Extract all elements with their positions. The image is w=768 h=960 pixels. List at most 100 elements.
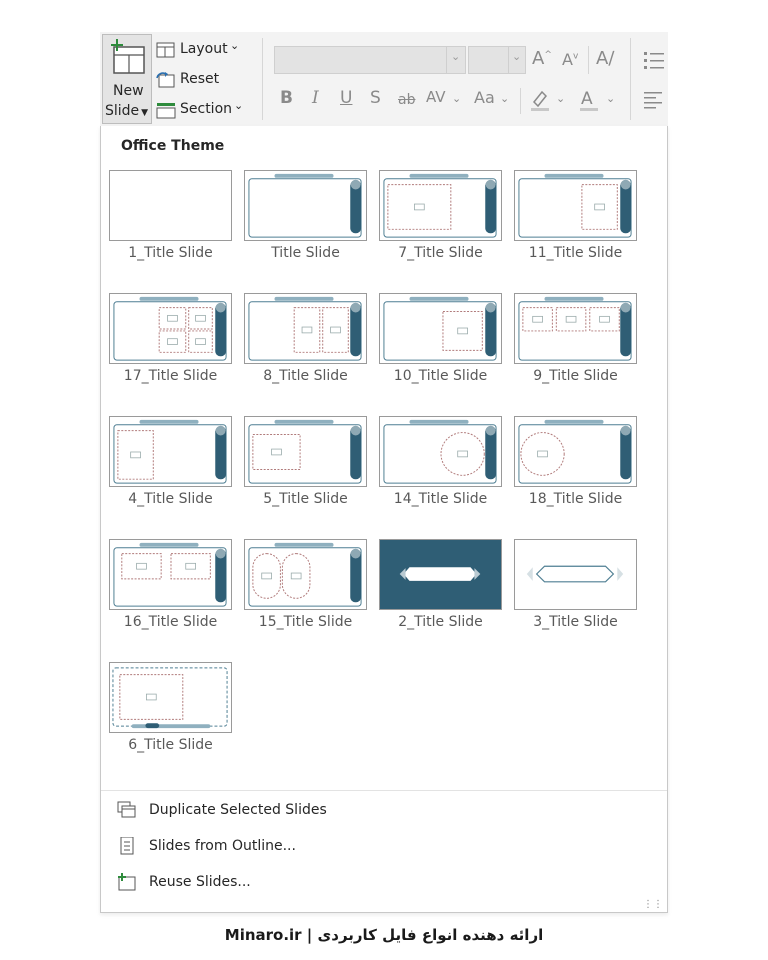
chevron-down-icon: ⌄ [512,50,522,63]
duplicate-icon [117,801,136,818]
align-left-icon[interactable] [644,90,666,110]
outline-label: Slides from Outline... [149,838,296,854]
layout-preview [383,419,497,484]
layout-thumbnail[interactable] [109,170,232,241]
layout-thumbnail[interactable] [514,539,637,610]
layout-thumbnail[interactable] [244,293,367,364]
bold-button[interactable]: B [280,88,293,108]
shadow-button[interactable]: S [370,88,381,108]
font-color-icon[interactable]: A [578,88,600,112]
italic-button[interactable]: I [312,88,319,108]
layout-label: 7_Title Slide [398,245,483,261]
menu-divider [101,790,667,791]
chevron-down-icon: ⌄ [451,50,461,63]
duplicate-slides-item[interactable]: Duplicate Selected Slides [117,796,637,824]
layout-label: 9_Title Slide [533,368,618,384]
layout-thumbnail[interactable] [379,170,502,241]
layout-thumbnail[interactable] [109,539,232,610]
layout-label: 11_Title Slide [528,245,623,261]
chevron-down-icon[interactable]: ⌄ [556,92,565,105]
layout-label: 14_Title Slide [393,491,488,507]
layout-label: 5_Title Slide [263,491,348,507]
layout-thumbnail[interactable] [379,293,502,364]
change-case-button[interactable]: Aa [474,88,495,107]
font-name-dropdown[interactable]: ⌄ [446,46,466,74]
ribbon-separator [520,88,521,114]
bullets-icon[interactable] [644,50,666,70]
layout-label: 6_Title Slide [128,737,213,753]
new-slide-label-1: New [113,83,144,99]
layout-thumbnail[interactable] [379,416,502,487]
layout-preview [518,296,632,361]
underline-button[interactable]: U [340,88,352,108]
layout-thumbnail[interactable] [244,170,367,241]
layout-thumbnail[interactable] [109,293,232,364]
reuse-slides-icon [118,873,136,891]
resize-grip-icon[interactable]: ⋮⋮ [643,899,663,910]
layout-label: 8_Title Slide [263,368,348,384]
layout-preview [383,173,497,238]
ribbon-separator [262,38,263,120]
layout-label: 16_Title Slide [123,614,218,630]
layout-thumbnail[interactable] [109,416,232,487]
layout-thumbnail[interactable] [244,539,367,610]
layout-preview [113,419,227,484]
ribbon: New Slide ▼ Layout ⌄ Reset Section ⌄ ⌄ ⌄ … [100,32,668,126]
layout-preview [112,667,228,729]
layout-label: 2_Title Slide [398,614,483,630]
layout-thumbnail[interactable] [514,170,637,241]
strikethrough-button[interactable]: ab [398,92,415,108]
layout-preview [113,542,227,607]
layout-label: Layout [180,41,228,57]
chevron-down-icon: ⌄ [230,39,240,52]
new-slide-button[interactable]: New Slide ▼ [102,34,152,124]
layout-label: 18_Title Slide [528,491,623,507]
layout-label: 15_Title Slide [258,614,353,630]
chevron-down-icon[interactable]: ⌄ [606,92,615,105]
ribbon-separator [588,46,589,74]
font-name-box[interactable] [274,46,466,74]
reuse-label: Reuse Slides... [149,874,251,890]
layout-preview [113,296,227,361]
new-slide-label-2: Slide ▼ [105,103,148,119]
ribbon-separator [630,38,631,120]
layout-thumbnail[interactable] [109,662,232,733]
layout-thumbnail[interactable] [514,293,637,364]
slides-from-outline-item[interactable]: Slides from Outline... [117,832,637,860]
layout-preview [380,540,501,609]
chevron-down-icon[interactable]: ⌄ [452,92,461,105]
layout-label: 17_Title Slide [123,368,218,384]
reset-label: Reset [180,71,220,87]
chevron-down-icon[interactable]: ⌄ [500,92,509,105]
reuse-slides-item[interactable]: Reuse Slides... [117,868,637,896]
layout-preview [110,171,231,240]
section-icon [156,103,176,119]
layout-thumbnail[interactable] [379,539,502,610]
layout-label: 1_Title Slide [128,245,213,261]
spacing-button[interactable]: AV [426,88,446,106]
layout-thumbnail[interactable] [514,416,637,487]
layout-icon [156,42,175,58]
layout-thumbnail[interactable] [244,416,367,487]
reset-icon [156,72,175,88]
layout-label: 10_Title Slide [393,368,488,384]
new-slide-gallery: Office Theme 1_Title Slide Title Slide 7_T… [100,126,668,913]
shrink-font-icon[interactable]: Av [562,50,578,69]
font-size-dropdown[interactable]: ⌄ [508,46,526,74]
layout-preview [518,419,632,484]
layout-preview [248,296,362,361]
layout-label: 4_Title Slide [128,491,213,507]
layout-preview [383,296,497,361]
watermark-footer: Minaro.ir | ارائه دهنده انواع فایل کاربر… [224,926,544,944]
chevron-down-icon: ▼ [141,108,149,118]
layout-label: 3_Title Slide [533,614,618,630]
new-slide-icon [111,39,145,74]
section-label: Section [180,101,233,117]
layout-preview [248,173,362,238]
layout-preview [518,173,632,238]
highlight-icon[interactable] [528,88,552,112]
gallery-header: Office Theme [121,138,225,154]
grow-font-icon[interactable]: A^ [532,48,552,69]
svg-text:A: A [581,89,593,109]
clear-format-icon[interactable]: A∕ [596,48,614,69]
